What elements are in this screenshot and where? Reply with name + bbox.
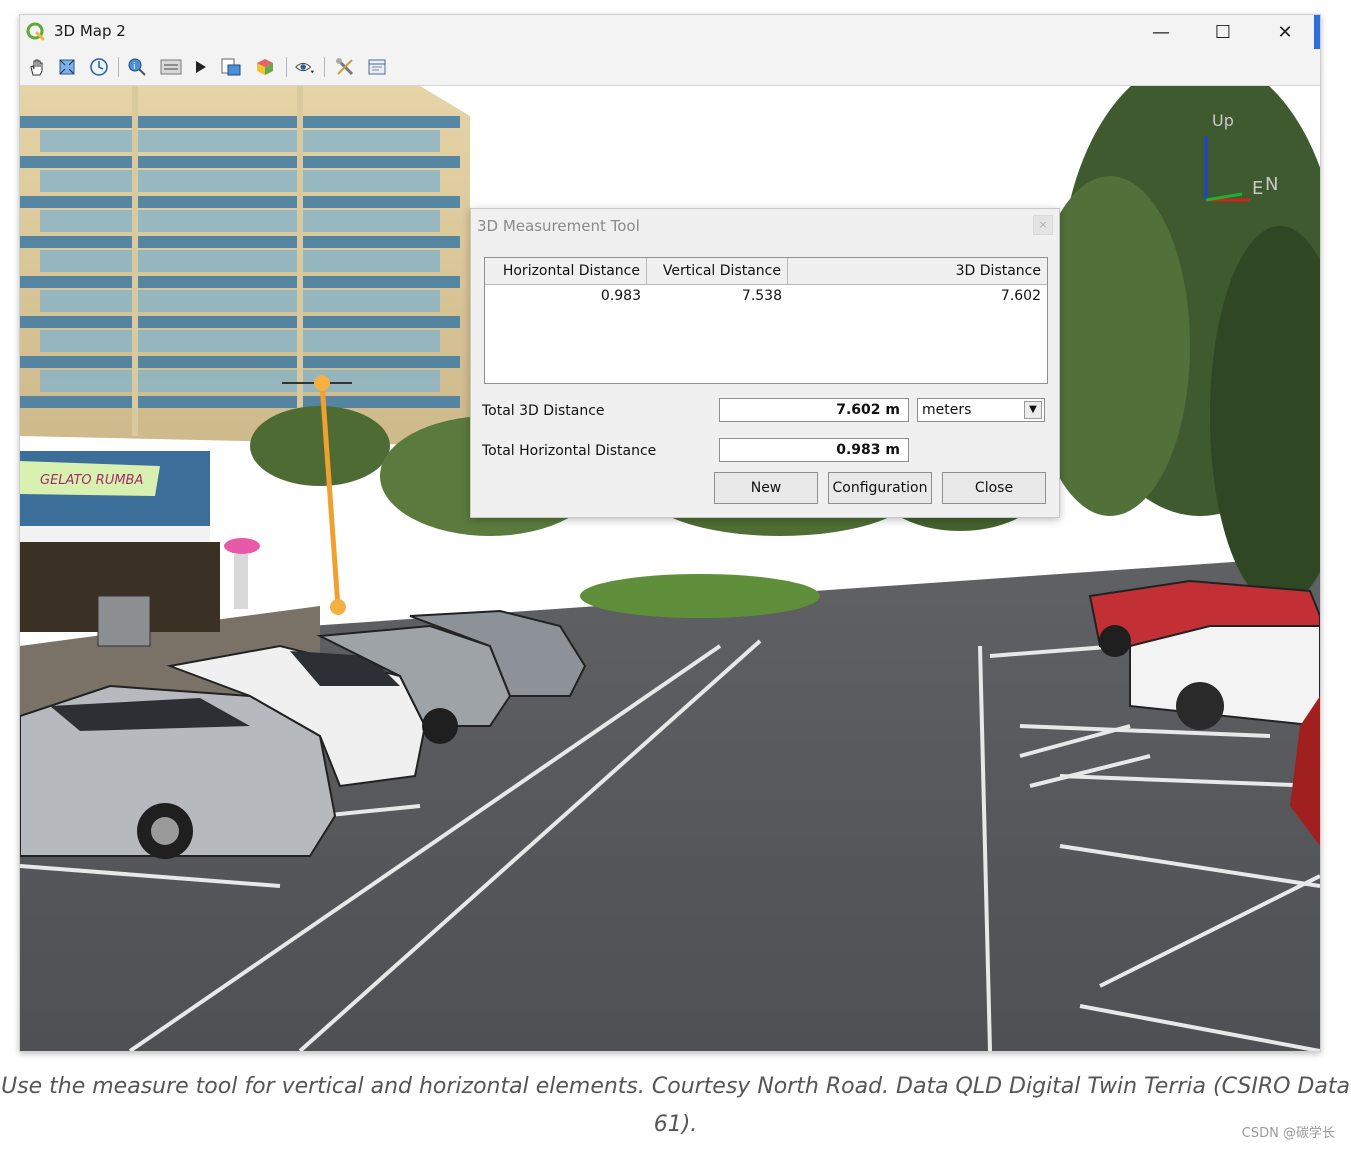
storefront-sign: GELATO RUMBA (40, 473, 143, 488)
total-3d-label: Total 3D Distance (482, 403, 605, 419)
play-animation-icon[interactable] (190, 56, 212, 78)
close-button[interactable]: Close (942, 472, 1046, 504)
maximize-button[interactable]: ☐ (1192, 15, 1254, 49)
map-theme-icon[interactable] (366, 56, 388, 78)
units-select[interactable]: meters ▼ (917, 398, 1045, 422)
column-header-horizontal[interactable]: Horizontal Distance (485, 258, 647, 285)
axis-north-label: N (1265, 174, 1278, 195)
measurement-table: Horizontal Distance Vertical Distance 3D… (484, 257, 1048, 384)
total-3d-field[interactable]: 7.602 m (719, 398, 909, 422)
3d-map-window: 3D Map 2 — ☐ ✕ i GELATO RUMBA Up E N 3D … (19, 14, 1321, 1052)
camera-reset-icon[interactable] (88, 56, 110, 78)
cell-vertical[interactable]: 7.538 (647, 288, 788, 304)
measure-line-icon[interactable] (160, 56, 182, 78)
minimize-button[interactable]: — (1130, 15, 1192, 49)
axis-east-label: E (1252, 178, 1263, 199)
pan-icon[interactable] (26, 56, 48, 78)
column-header-vertical[interactable]: Vertical Distance (647, 258, 788, 285)
view-options-icon[interactable] (294, 56, 316, 78)
new-button[interactable]: New (714, 472, 818, 504)
3d-map-viewport[interactable]: GELATO RUMBA Up E N 3D Measurement Tool … (20, 86, 1320, 1051)
cell-horizontal[interactable]: 0.983 (485, 288, 647, 304)
settings-tools-icon[interactable] (334, 56, 356, 78)
dialog-title: 3D Measurement Tool (477, 217, 640, 235)
3d-measurement-dialog: 3D Measurement Tool × Horizontal Distanc… (470, 208, 1060, 518)
watermark: CSDN @碳学长 (1241, 1126, 1335, 1141)
title-bar: 3D Map 2 — ☐ ✕ (20, 15, 1320, 49)
window-accent (1314, 15, 1320, 49)
3d-layer-icon[interactable] (254, 56, 276, 78)
qgis-logo-icon (26, 22, 45, 41)
column-header-3d[interactable]: 3D Distance (788, 258, 1047, 285)
window-title: 3D Map 2 (54, 22, 126, 40)
dialog-close-icon[interactable]: × (1033, 215, 1053, 235)
configuration-button[interactable]: Configuration (828, 472, 932, 504)
toolbar: i (20, 49, 1320, 86)
axis-up-label: Up (1212, 111, 1234, 130)
svg-text:i: i (133, 62, 136, 72)
units-select-value: meters (922, 402, 972, 418)
cell-3d[interactable]: 7.602 (788, 288, 1047, 304)
total-horizontal-field[interactable]: 0.983 m (719, 438, 909, 462)
figure-caption: Use the measure tool for vertical and ho… (1, 1074, 1350, 1137)
chevron-down-icon[interactable]: ▼ (1024, 401, 1042, 419)
identify-icon[interactable]: i (126, 56, 148, 78)
export-scene-icon[interactable] (220, 56, 242, 78)
close-window-button[interactable]: ✕ (1254, 15, 1316, 49)
total-horizontal-label: Total Horizontal Distance (482, 443, 657, 459)
zoom-full-icon[interactable] (56, 56, 78, 78)
